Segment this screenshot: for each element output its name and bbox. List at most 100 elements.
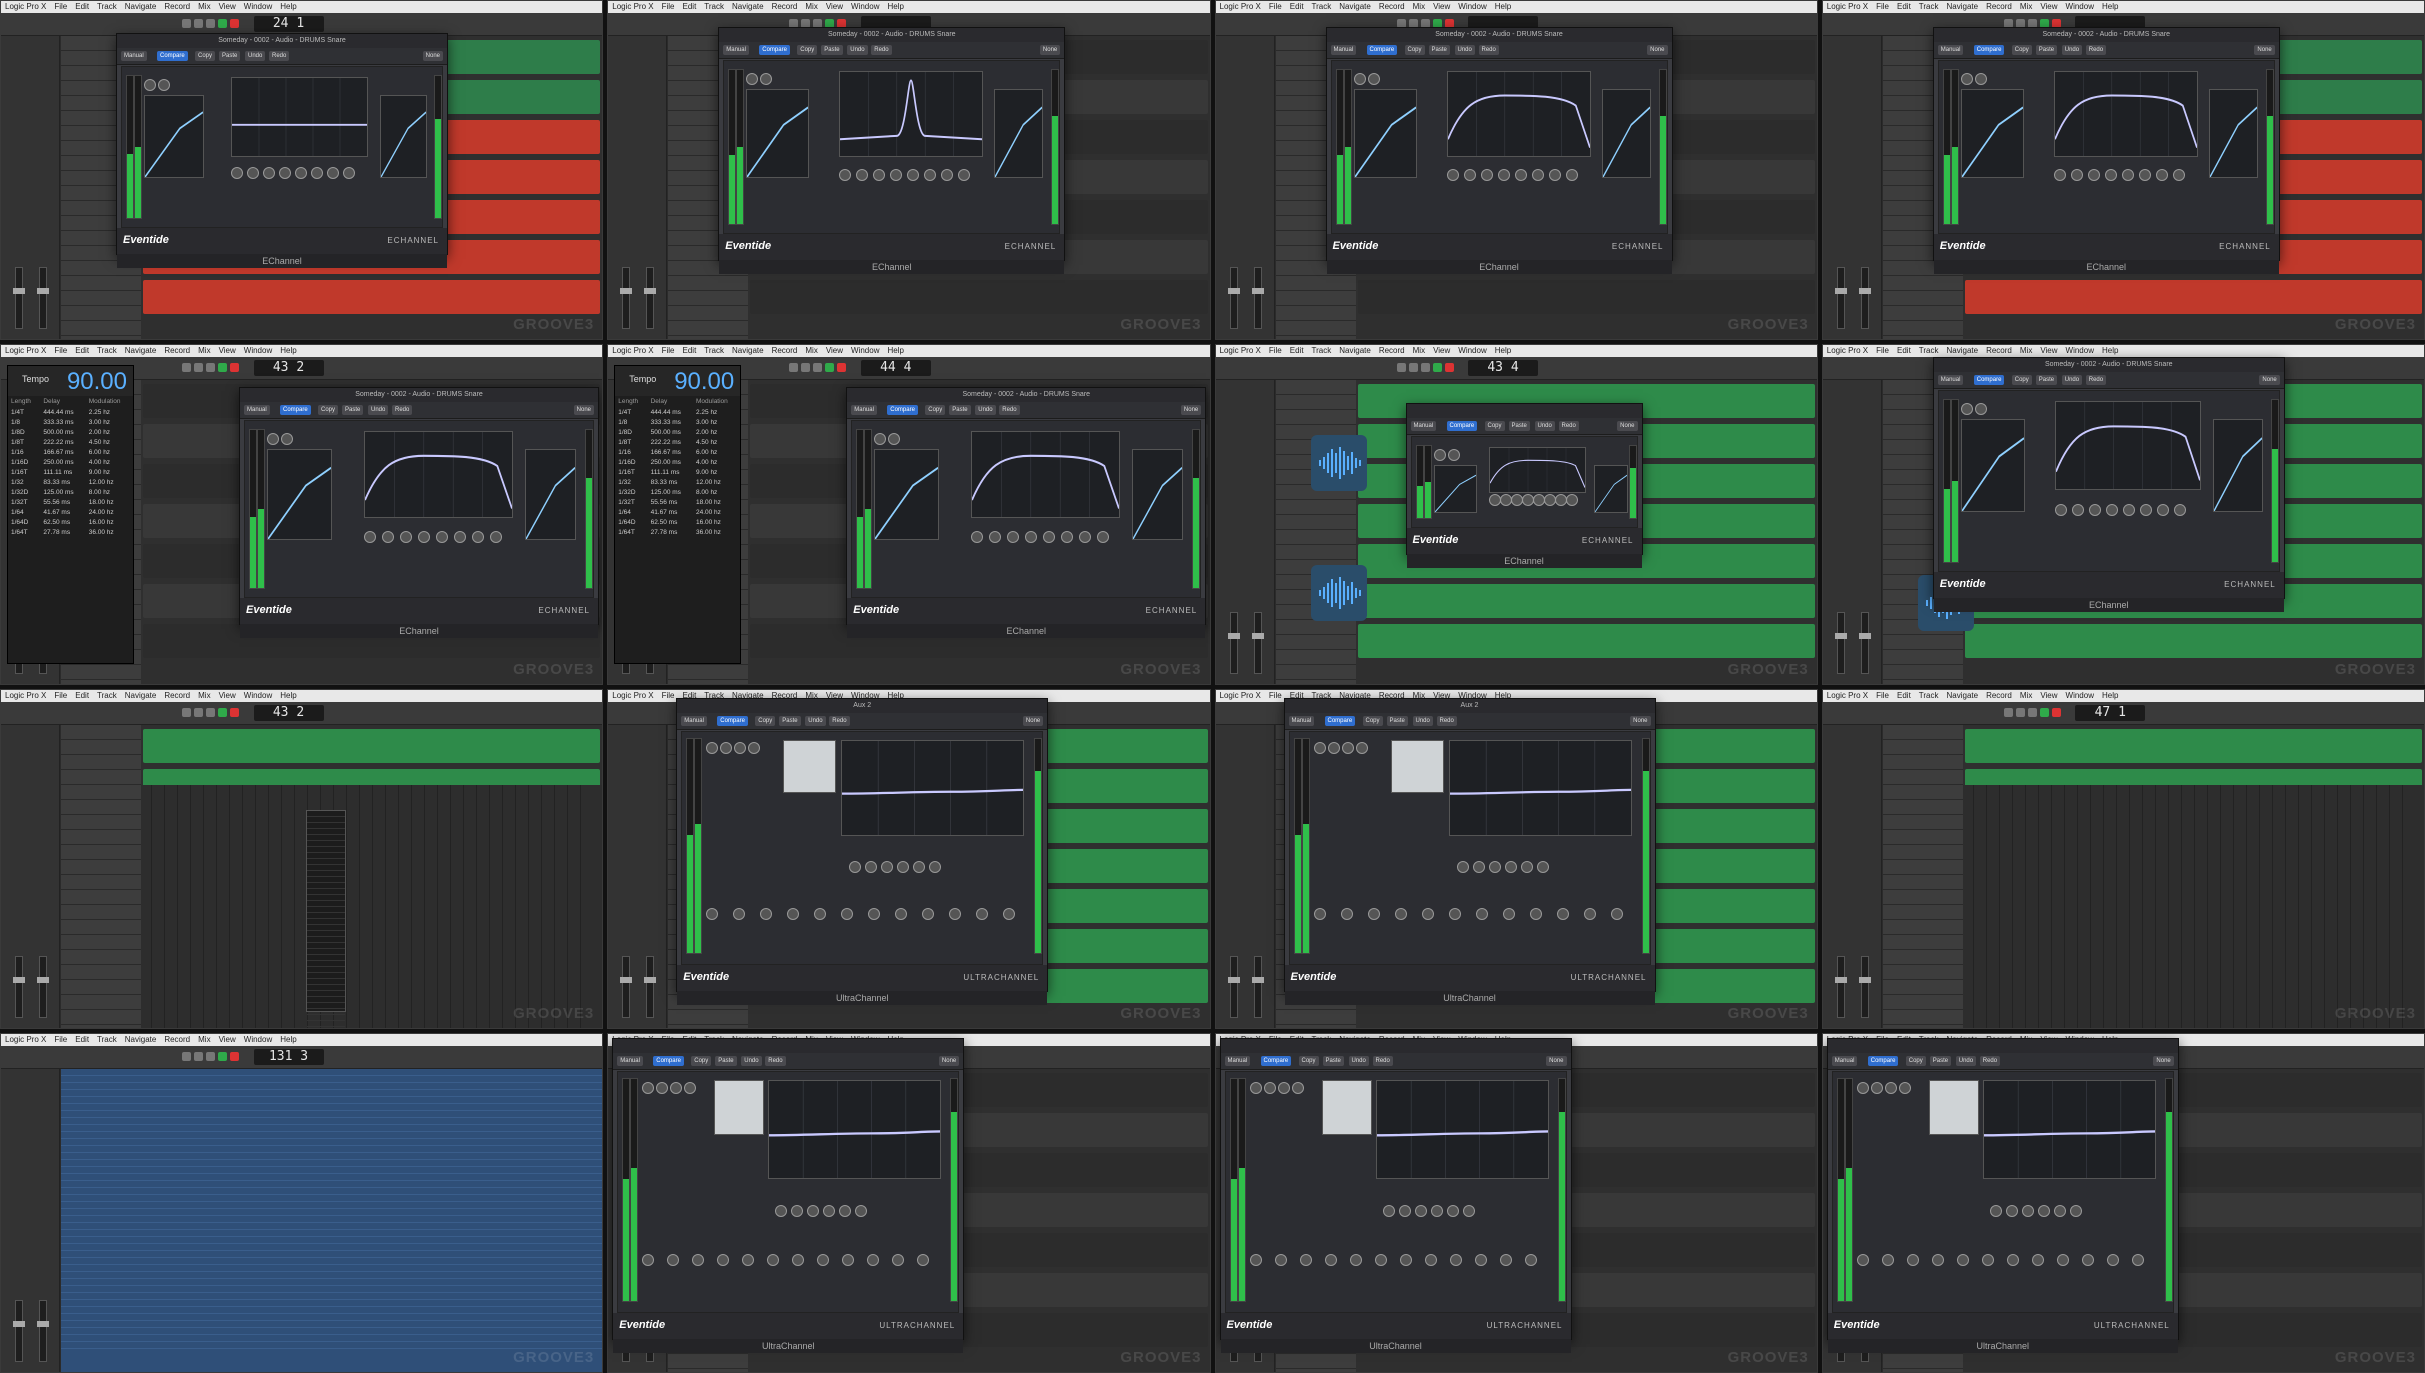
knob[interactable]	[2070, 169, 2083, 181]
channel-strip[interactable]	[193, 784, 204, 1028]
knob[interactable]	[791, 1204, 804, 1217]
transport-button[interactable]	[1408, 363, 1418, 373]
side-chain-menu[interactable]: None	[573, 405, 594, 416]
menu-item[interactable]: Logic Pro X	[5, 2, 46, 11]
knob[interactable]	[1960, 403, 1973, 416]
tempo-row[interactable]: 1/64D 62.50 ms 16.00 hz	[615, 517, 740, 527]
channel-strip[interactable]	[2327, 784, 2338, 1028]
copy-button[interactable]: Copy	[755, 715, 776, 726]
compressor-graph[interactable]	[1132, 449, 1184, 541]
knob[interactable]	[472, 531, 484, 544]
paste-button[interactable]: Paste	[1428, 45, 1450, 55]
transport-button[interactable]	[2015, 707, 2025, 717]
compressor-graph[interactable]	[1601, 89, 1651, 178]
knob[interactable]	[1510, 494, 1523, 507]
track-header[interactable]	[1882, 920, 1963, 935]
knob[interactable]	[917, 1253, 930, 1266]
knob[interactable]	[454, 531, 466, 544]
menu-item[interactable]: Help	[887, 2, 903, 11]
track-header[interactable]	[1275, 650, 1356, 666]
menu-item[interactable]: File	[54, 2, 67, 11]
knob[interactable]	[1446, 1204, 1459, 1217]
copy-button[interactable]: Copy	[1298, 1055, 1319, 1066]
channel-strip[interactable]	[401, 784, 412, 1028]
knob[interactable]	[656, 1081, 669, 1094]
transport-button[interactable]	[182, 707, 191, 717]
knob[interactable]	[1521, 494, 1534, 507]
eq-graph[interactable]	[841, 739, 1025, 836]
track-header[interactable]	[61, 980, 141, 995]
list-row[interactable]	[61, 1069, 603, 1076]
compare-button[interactable]: Compare	[280, 405, 311, 416]
paste-button[interactable]: Paste	[1386, 715, 1408, 726]
tempo-row[interactable]: 1/64 41.67 ms 24.00 hz	[615, 507, 740, 517]
knob[interactable]	[1520, 860, 1533, 873]
track-header[interactable]	[1275, 321, 1356, 336]
menu-item[interactable]: Record	[164, 346, 190, 355]
channel-strip[interactable]	[271, 784, 282, 1028]
tempo-value[interactable]: 90.00	[674, 368, 734, 396]
channel-strip[interactable]	[2093, 784, 2104, 1028]
menu-item[interactable]: Track	[1312, 2, 1332, 11]
knob[interactable]	[1463, 169, 1476, 181]
audio-region[interactable]	[143, 728, 601, 763]
menu-item[interactable]: Logic Pro X	[1220, 2, 1261, 11]
knob[interactable]	[642, 1081, 655, 1094]
knob[interactable]	[1536, 860, 1549, 873]
knob[interactable]	[842, 1253, 855, 1266]
menu-item[interactable]: Track	[1919, 2, 1939, 11]
knob[interactable]	[807, 1204, 820, 1217]
track-header[interactable]	[1882, 935, 1963, 950]
list-row[interactable]	[61, 1202, 603, 1209]
channel-strip[interactable]	[2197, 784, 2208, 1028]
menu-item[interactable]: Record	[1986, 2, 2012, 11]
knob[interactable]	[924, 169, 937, 181]
track-header[interactable]	[1275, 545, 1356, 561]
transport-button[interactable]	[2027, 707, 2037, 717]
list-row[interactable]	[61, 1223, 603, 1230]
transport-button[interactable]	[813, 363, 823, 373]
copy-button[interactable]: Copy	[797, 45, 818, 55]
knob[interactable]	[2054, 504, 2067, 517]
track-header[interactable]	[1882, 785, 1963, 800]
knob[interactable]	[746, 73, 759, 85]
track-header[interactable]	[1275, 530, 1356, 546]
paste-button[interactable]: Paste	[1322, 1055, 1344, 1066]
volume-fader[interactable]	[37, 1300, 49, 1362]
track-header[interactable]	[1882, 995, 1963, 1010]
knob[interactable]	[1449, 1253, 1462, 1266]
knob[interactable]	[1249, 1253, 1262, 1266]
copy-button[interactable]: Copy	[2011, 45, 2032, 55]
list-row[interactable]	[61, 1090, 603, 1097]
knob[interactable]	[2071, 504, 2084, 517]
knob[interactable]	[1446, 169, 1459, 181]
menu-item[interactable]: Window	[244, 1035, 272, 1044]
menu-item[interactable]: Edit	[75, 691, 89, 700]
track-header[interactable]	[668, 665, 749, 681]
knob[interactable]	[2105, 504, 2118, 517]
knob[interactable]	[1531, 169, 1544, 181]
redo-button[interactable]: Redo	[1558, 421, 1579, 432]
knob[interactable]	[865, 860, 878, 873]
menu-item[interactable]: Record	[1986, 691, 2012, 700]
knob[interactable]	[855, 1204, 868, 1217]
knob[interactable]	[1263, 1081, 1276, 1094]
knob[interactable]	[2053, 169, 2066, 181]
knob[interactable]	[1414, 1204, 1427, 1217]
undo-button[interactable]: Undo	[2061, 375, 2083, 386]
channel-strip[interactable]	[479, 784, 490, 1028]
preset-menu[interactable]: Manual	[723, 45, 749, 55]
knob[interactable]	[364, 531, 376, 544]
preset-menu[interactable]: Manual	[617, 1055, 643, 1066]
knob[interactable]	[1382, 1204, 1395, 1217]
knob[interactable]	[1543, 494, 1556, 507]
list-row[interactable]	[61, 1244, 603, 1251]
knob[interactable]	[1274, 1253, 1287, 1266]
knob[interactable]	[1374, 1253, 1387, 1266]
list-row[interactable]	[61, 1167, 603, 1174]
knob[interactable]	[817, 1253, 830, 1266]
audio-region[interactable]	[1964, 624, 2422, 659]
lcd-display[interactable]: 131 3	[253, 1048, 324, 1065]
copy-button[interactable]: Copy	[1905, 1055, 1926, 1066]
knob[interactable]	[490, 531, 502, 544]
